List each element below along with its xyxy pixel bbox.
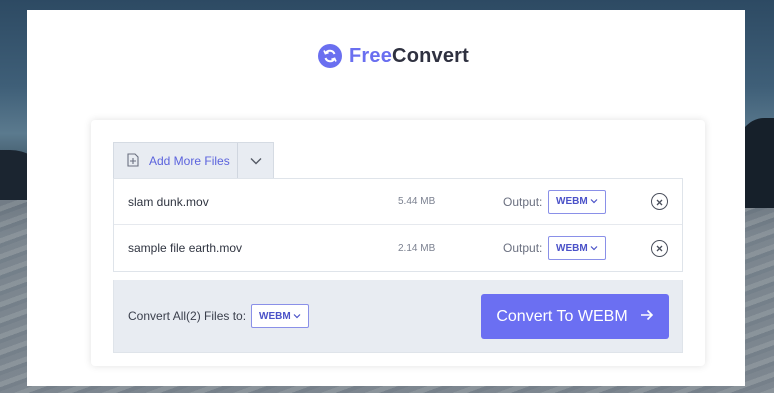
output-format-value: WEBM [556, 196, 588, 207]
refresh-logo-icon [318, 44, 342, 68]
file-row: slam dunk.mov 5.44 MB Output: WEBM [114, 179, 682, 225]
file-size: 5.44 MB [398, 196, 436, 207]
convert-all-label: Convert All(2) Files to: [128, 309, 247, 323]
file-plus-icon [127, 152, 139, 170]
convert-all-format-select[interactable]: WEBM [251, 304, 309, 328]
file-list: slam dunk.mov 5.44 MB Output: WEBM sampl… [113, 178, 683, 272]
remove-file-button[interactable] [651, 239, 668, 257]
converter-page: FreeConvert Add More Files slam dunk.mov… [27, 10, 745, 386]
brand-logo[interactable]: FreeConvert [318, 43, 469, 69]
chevron-down-icon [590, 243, 598, 254]
remove-file-button[interactable] [651, 193, 668, 210]
output-format-select[interactable]: WEBM [548, 236, 606, 260]
file-row: sample file earth.mov 2.14 MB Output: WE… [114, 225, 682, 271]
convert-button-label: Convert To WEBM [496, 307, 628, 325]
add-more-files-button[interactable]: Add More Files [114, 143, 238, 179]
output-label: Output: [503, 241, 543, 255]
convert-button[interactable]: Convert To WEBM [481, 294, 669, 339]
close-icon [656, 193, 663, 211]
file-size: 2.14 MB [398, 242, 436, 254]
chevron-down-icon [250, 152, 262, 170]
output-format-value: WEBM [556, 242, 588, 254]
output-format-select[interactable]: WEBM [548, 189, 606, 214]
file-name: sample file earth.mov [128, 241, 243, 255]
output-label: Output: [503, 194, 543, 209]
close-icon [656, 239, 663, 257]
convert-all-format-value: WEBM [259, 310, 291, 322]
file-name: slam dunk.mov [128, 194, 209, 209]
chevron-down-icon [590, 196, 598, 207]
add-more-files-label: Add More Files [149, 154, 230, 168]
arrow-right-icon [640, 308, 654, 326]
add-files-group: Add More Files [113, 142, 274, 179]
add-files-dropdown-button[interactable] [238, 143, 273, 179]
chevron-down-icon [293, 311, 301, 322]
brand-name: FreeConvert [349, 44, 470, 67]
conversion-card: Add More Files slam dunk.mov 5.44 MB Out… [91, 120, 705, 366]
convert-all-bar: Convert All(2) Files to: WEBM Convert To… [113, 280, 683, 353]
